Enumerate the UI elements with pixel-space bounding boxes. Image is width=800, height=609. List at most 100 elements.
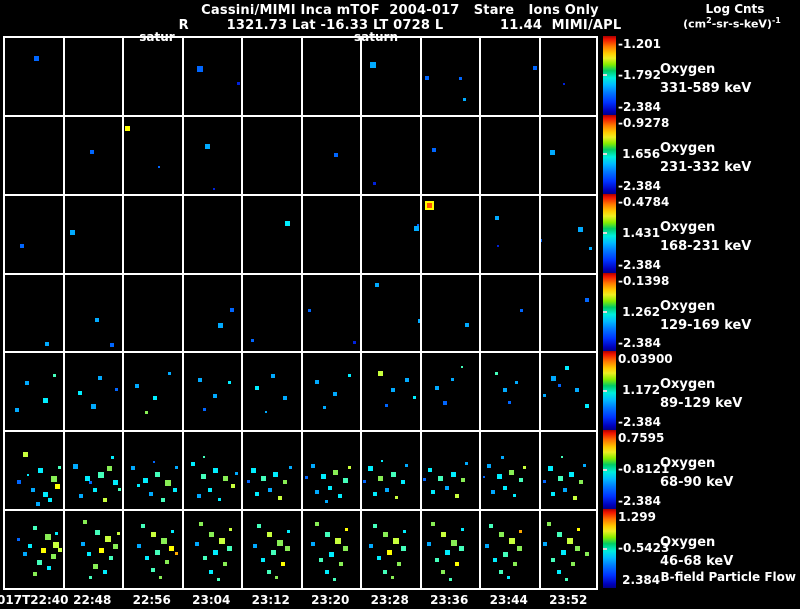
species-energy-label: Oxygen 231-332 keV [660, 140, 752, 175]
data-point [501, 456, 504, 459]
data-point [533, 66, 537, 70]
colorbar-mid-label: 1.172 [618, 383, 661, 398]
data-point [519, 478, 523, 482]
data-point [333, 578, 336, 581]
data-point [449, 578, 452, 581]
data-point [228, 381, 231, 384]
colorbar-top-label: -1.201 [618, 37, 661, 51]
data-point [311, 464, 315, 468]
data-point [463, 98, 466, 101]
data-point [543, 480, 546, 483]
data-point [451, 378, 454, 381]
data-point [223, 476, 228, 481]
data-point [557, 532, 562, 537]
data-point [343, 478, 348, 483]
data-point [503, 486, 507, 490]
colorbar-mid-label: 1.262 [618, 304, 661, 319]
grid-vline [301, 36, 303, 588]
data-point [565, 578, 568, 581]
data-point [387, 550, 392, 555]
grid-vline [596, 36, 598, 588]
data-point [315, 490, 319, 494]
data-point [197, 494, 201, 498]
colorbar-title: Log Cnts [705, 2, 765, 16]
data-point [338, 494, 342, 498]
data-point [507, 576, 510, 579]
data-point [198, 378, 202, 382]
data-point [109, 556, 113, 560]
grid-vline [122, 36, 124, 588]
data-point [41, 548, 46, 553]
data-point [23, 452, 28, 457]
colorbar-mid-tick [603, 153, 607, 156]
data-point [107, 466, 112, 471]
data-point [205, 144, 210, 149]
data-point [333, 470, 338, 475]
data-point [231, 484, 235, 488]
data-point [557, 570, 561, 574]
data-point [567, 538, 573, 544]
data-point [277, 540, 283, 546]
data-point [383, 532, 388, 537]
colorbar-top-label: 0.03900 [618, 352, 673, 367]
data-point [285, 221, 290, 226]
data-point [334, 153, 338, 157]
species-energy-label: Oxygen 89-129 keV [660, 377, 743, 412]
data-point [569, 472, 574, 477]
data-point [255, 492, 259, 496]
data-point [414, 226, 419, 231]
data-point [79, 494, 83, 498]
data-point [373, 182, 376, 185]
colorbar-mid-label: -1.792 [618, 68, 661, 82]
data-point [497, 245, 499, 247]
data-point [90, 150, 94, 154]
data-point [208, 488, 212, 492]
data-point [197, 66, 203, 72]
data-point [515, 381, 518, 384]
data-point [227, 546, 232, 551]
data-point [508, 401, 511, 404]
data-point [311, 542, 315, 546]
data-point [218, 498, 221, 501]
data-point [98, 376, 102, 380]
data-point [499, 532, 504, 537]
data-point [17, 538, 20, 541]
data-point [213, 188, 215, 190]
data-point [383, 570, 387, 574]
grid-vline [539, 36, 541, 588]
grid-hline [3, 36, 598, 38]
data-point [305, 476, 308, 479]
data-point [287, 530, 290, 533]
data-point [110, 343, 114, 347]
data-point [558, 384, 561, 387]
data-point [585, 404, 589, 408]
data-point [95, 530, 100, 535]
data-point [89, 576, 92, 579]
data-point [55, 532, 58, 535]
data-point [431, 490, 435, 494]
data-point [435, 558, 439, 562]
data-point [513, 562, 517, 566]
data-point [381, 460, 383, 462]
data-point [323, 406, 326, 409]
data-point [375, 283, 379, 287]
data-point [45, 534, 51, 540]
data-point [165, 560, 169, 564]
colorbar-top-label: 1.299 [618, 510, 656, 525]
data-point [255, 386, 259, 390]
data-point [131, 466, 135, 470]
data-point [343, 546, 348, 551]
data-point [37, 560, 42, 565]
colorbar-bottom-label: -2.384 [618, 178, 661, 193]
data-point [509, 470, 514, 475]
data-point [413, 396, 416, 399]
species-energy-label: Oxygen 331-589 keV [660, 62, 752, 96]
data-point [585, 552, 589, 556]
data-point [113, 544, 118, 549]
data-point [51, 554, 56, 559]
data-point [369, 544, 373, 548]
grid-vline [241, 36, 243, 588]
colorbar-top-label: -0.9278 [618, 115, 670, 130]
data-point [141, 524, 145, 528]
data-point [551, 492, 555, 496]
